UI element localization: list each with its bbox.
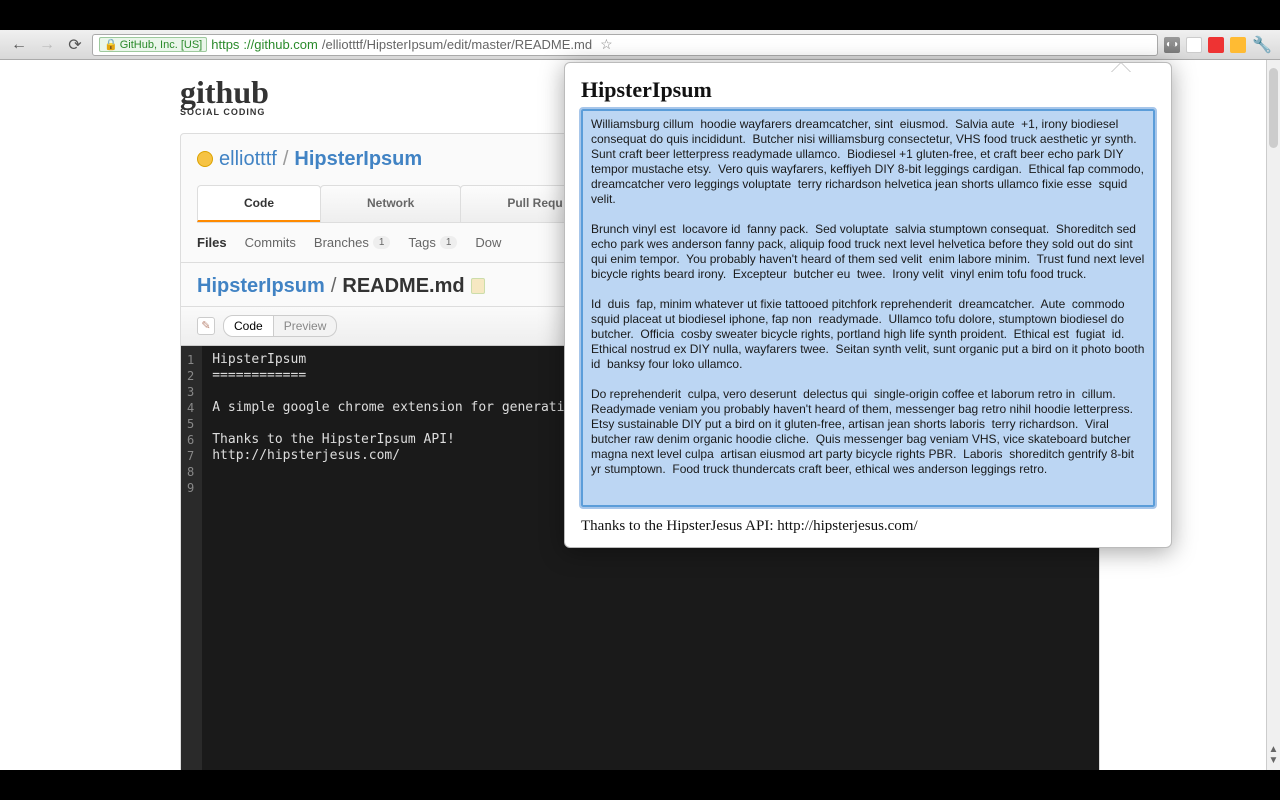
popup-credit: Thanks to the HipsterJesus API: http://h…	[581, 518, 1155, 535]
url-host: ://github.com	[243, 37, 317, 52]
subtab-commits[interactable]: Commits	[245, 235, 296, 250]
url-path: /elliotttf/HipsterIpsum/edit/master/READ…	[322, 37, 592, 52]
crumb-file: README.md	[342, 275, 464, 298]
tags-count: 1	[440, 236, 458, 249]
tab-code[interactable]: Code	[197, 185, 321, 222]
extension-icon[interactable]	[1208, 37, 1224, 53]
address-bar[interactable]: 🔒 GitHub, Inc. [US] https ://github.com …	[92, 34, 1158, 56]
crumb-root[interactable]: HipsterIpsum	[197, 275, 325, 298]
subtab-branches[interactable]: Branches 1	[314, 235, 390, 250]
edit-icon[interactable]: ✎	[197, 317, 215, 335]
settings-wrench-icon[interactable]: 🔧	[1252, 35, 1272, 55]
code-content[interactable]: HipsterIpsum============ A simple google…	[202, 346, 590, 770]
hipster-extension-icon[interactable]: ◐◑	[1164, 37, 1180, 53]
extension-icon[interactable]	[1186, 37, 1202, 53]
editor-mode-toggle: Code Preview	[223, 315, 337, 337]
bookmark-star-icon[interactable]: ☆	[600, 36, 613, 53]
branches-count: 1	[373, 236, 391, 249]
subtab-downloads[interactable]: Dow	[475, 235, 501, 250]
extension-icon[interactable]	[1230, 37, 1246, 53]
browser-toolbar: ← → ⟳ 🔒 GitHub, Inc. [US] https ://githu…	[0, 30, 1280, 60]
reload-button[interactable]: ⟳	[64, 34, 86, 56]
line-gutter: 123456789	[181, 346, 202, 770]
scroll-thumb[interactable]	[1269, 68, 1278, 148]
back-button[interactable]: ←	[8, 34, 30, 56]
tab-network[interactable]: Network	[320, 185, 461, 222]
mode-code[interactable]: Code	[223, 315, 274, 337]
mode-preview[interactable]: Preview	[274, 315, 338, 337]
slash: /	[283, 148, 289, 171]
ssl-badge: 🔒 GitHub, Inc. [US]	[99, 37, 207, 52]
extension-popup: HipsterIpsum Thanks to the HipsterJesus …	[564, 62, 1172, 548]
url-scheme: https	[211, 37, 239, 52]
lock-icon: 🔒	[104, 38, 118, 51]
public-repo-icon	[197, 151, 213, 167]
repo-name-link[interactable]: HipsterIpsum	[294, 148, 422, 171]
subtab-tags-label: Tags	[408, 235, 435, 250]
ssl-org: GitHub, Inc. [US]	[120, 39, 203, 51]
page-scrollbar[interactable]: ▲▼	[1266, 60, 1280, 770]
ipsum-textarea[interactable]	[581, 109, 1155, 507]
subtab-branches-label: Branches	[314, 235, 369, 250]
popup-title: HipsterIpsum	[581, 77, 1155, 103]
forward-button[interactable]: →	[36, 34, 58, 56]
subtab-files[interactable]: Files	[197, 235, 227, 250]
extension-tray: ◐◑ 🔧	[1164, 35, 1272, 55]
subtab-tags[interactable]: Tags 1	[408, 235, 457, 250]
file-icon	[471, 278, 485, 294]
scroll-arrows[interactable]: ▲▼	[1267, 744, 1280, 766]
repo-owner-link[interactable]: elliotttf	[219, 148, 277, 171]
